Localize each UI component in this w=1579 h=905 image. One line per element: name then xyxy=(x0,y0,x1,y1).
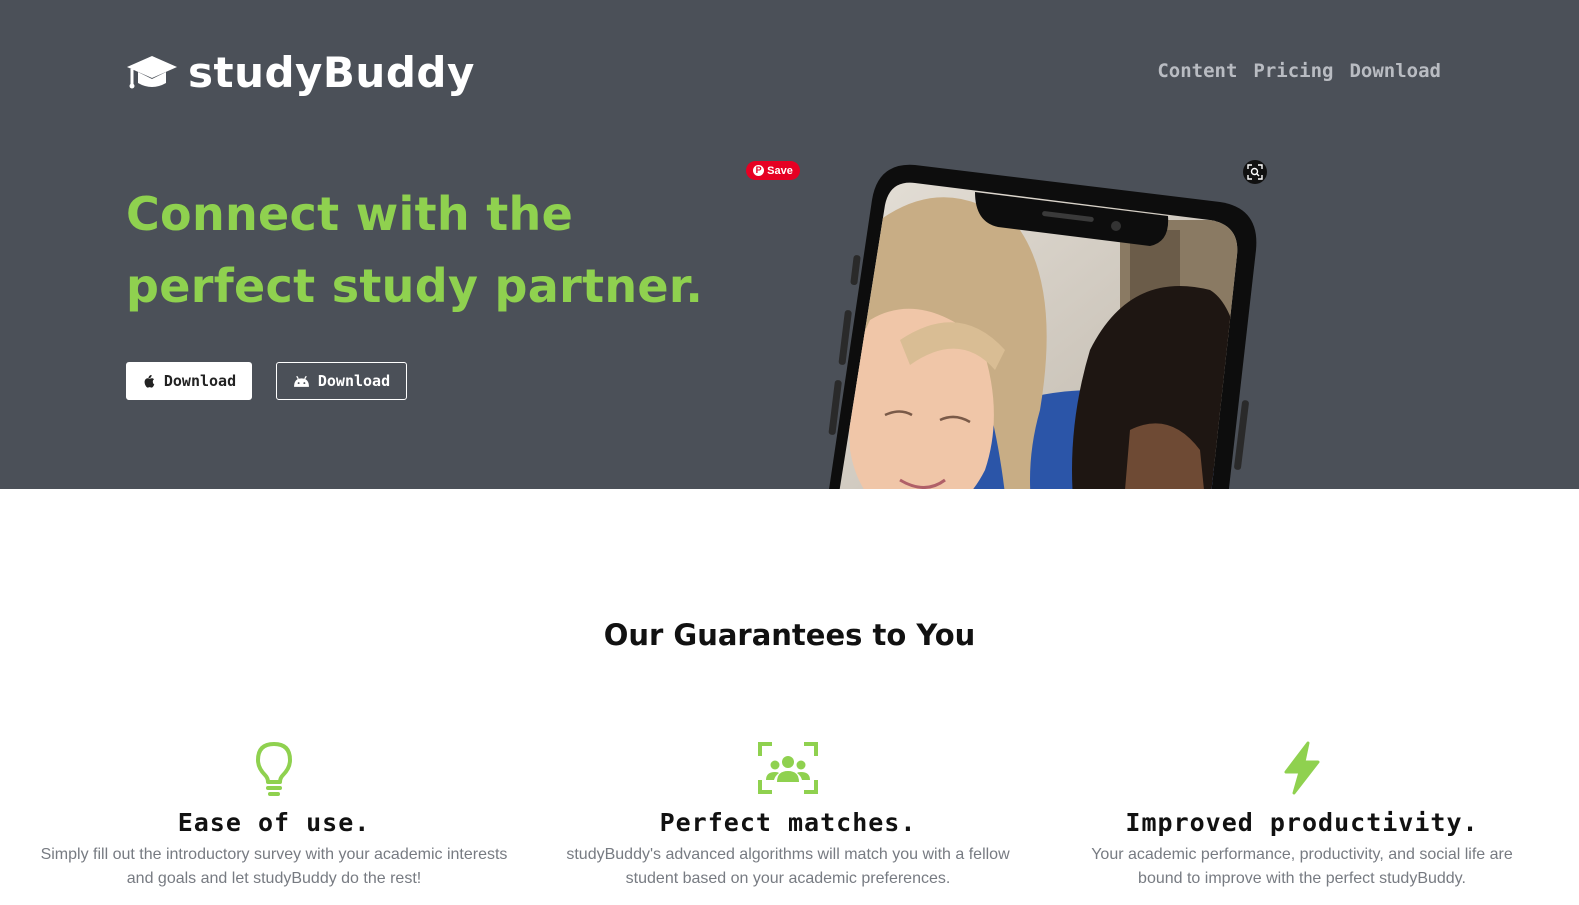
top-nav: Content Pricing Download xyxy=(1157,60,1441,82)
graduation-cap-icon xyxy=(127,56,177,89)
phone-mockup-image xyxy=(790,150,1290,489)
download-ios-button[interactable]: Download xyxy=(126,362,252,400)
lightbulb-icon xyxy=(256,742,292,796)
guarantees-title: Our Guarantees to You xyxy=(603,618,976,652)
hero-section: studyBuddy Content Pricing Download Conn… xyxy=(0,0,1579,489)
brand-name: studyBuddy xyxy=(188,48,475,97)
feature-improved-productivity: Improved productivity. Your academic per… xyxy=(1067,740,1537,891)
feature-text: Your academic performance, productivity,… xyxy=(1091,846,1513,887)
pinterest-icon: P xyxy=(753,165,765,176)
nav-content[interactable]: Content xyxy=(1157,60,1237,82)
apple-icon xyxy=(144,375,155,388)
visual-search-icon[interactable] xyxy=(1243,160,1267,184)
feature-title: Ease of use. xyxy=(177,808,371,837)
hero-headline: Connect with the perfect study partner. xyxy=(126,178,703,322)
hero-headline-line2: perfect study partner. xyxy=(126,259,704,313)
android-icon xyxy=(293,375,309,387)
hero-headline-line1: Connect with the xyxy=(126,187,574,241)
zoom-lens-icon xyxy=(1247,164,1263,180)
feature-text: Simply fill out the introductory survey … xyxy=(40,846,508,887)
pinterest-save-button[interactable]: P Save xyxy=(746,161,800,180)
users-scan-icon xyxy=(758,742,818,794)
bolt-icon xyxy=(1284,741,1320,795)
feature-perfect-matches: Perfect matches. studyBuddy's advanced a… xyxy=(553,740,1023,891)
nav-pricing[interactable]: Pricing xyxy=(1253,60,1333,82)
download-android-label: Download xyxy=(317,372,391,390)
feature-title: Perfect matches. xyxy=(659,808,917,837)
feature-ease-of-use: Ease of use. Simply fill out the introdu… xyxy=(39,740,509,891)
feature-title: Improved productivity. xyxy=(1125,808,1479,837)
nav-download[interactable]: Download xyxy=(1349,60,1441,82)
download-android-button[interactable]: Download xyxy=(276,362,407,400)
download-ios-label: Download xyxy=(163,372,237,390)
feature-text: studyBuddy's advanced algorithms will ma… xyxy=(566,846,1010,887)
brand-logo[interactable]: studyBuddy xyxy=(126,50,475,96)
pinterest-save-label: Save xyxy=(767,164,793,177)
